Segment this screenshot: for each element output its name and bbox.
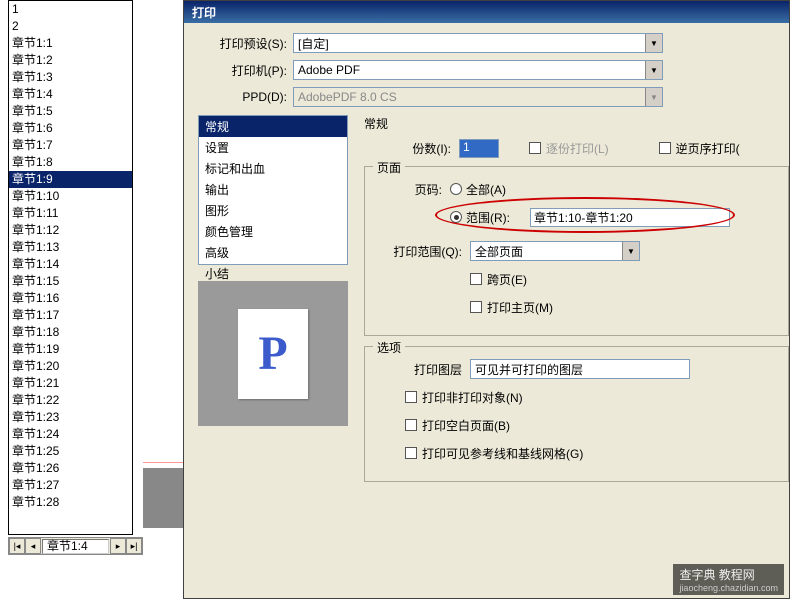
category-item[interactable]: 高级 [199,242,347,263]
all-pages-radio[interactable]: 全部(A) [450,181,506,198]
printer-combo[interactable]: Adobe PDF ▼ [293,60,663,80]
page-list-item[interactable]: 章节1:11 [9,205,132,222]
category-list[interactable]: 常规设置标记和出血输出图形颜色管理高级小结 [198,115,348,265]
pages-group-title: 页面 [373,159,405,176]
spread-checkbox[interactable]: 跨页(E) [470,271,527,288]
page-list-item[interactable]: 章节1:3 [9,69,132,86]
ppd-combo: AdobePDF 8.0 CS ▼ [293,87,663,107]
page-list-item[interactable]: 章节1:23 [9,409,132,426]
page-list-item[interactable]: 章节1:25 [9,443,132,460]
category-item[interactable]: 输出 [199,179,347,200]
copies-label: 份数(I): [384,140,459,157]
document-strip [143,0,183,540]
preset-label: 打印预设(S): [198,35,293,52]
page-list-item[interactable]: 章节1:27 [9,477,132,494]
page-list-item[interactable]: 章节1:18 [9,324,132,341]
preview-letter: P [258,326,287,381]
pages-group: 页面 页码: 全部(A) 范围(R): 章节1:10-章节1:20 [364,166,789,336]
printer-value: Adobe PDF [298,63,360,77]
blank-pages-checkbox[interactable]: 打印空白页面(B) [405,417,510,434]
section-heading: 常规 [364,115,789,132]
page-list-item[interactable]: 章节1:9 [9,171,132,188]
page-number-label: 页码: [375,181,450,198]
page-list-item[interactable]: 章节1:17 [9,307,132,324]
category-item[interactable]: 图形 [199,200,347,221]
page-list-item[interactable]: 2 [9,18,132,35]
page-list-item[interactable]: 章节1:22 [9,392,132,409]
page-list-item[interactable]: 章节1:28 [9,494,132,511]
page-list-item[interactable]: 章节1:12 [9,222,132,239]
preset-combo[interactable]: [自定] ▼ [293,33,663,53]
preset-value: [自定] [298,35,329,52]
guides-checkbox[interactable]: 打印可见参考线和基线网格(G) [405,445,583,462]
pages-panel: 12章节1:1章节1:2章节1:3章节1:4章节1:5章节1:6章节1:7章节1… [8,0,143,580]
page-list[interactable]: 12章节1:1章节1:2章节1:3章节1:4章节1:5章节1:6章节1:7章节1… [8,0,133,535]
chevron-down-icon: ▼ [622,242,639,260]
print-dialog: 打印 打印预设(S): [自定] ▼ 打印机(P): Adobe PDF ▼ P… [183,0,790,599]
collate-checkbox: 逐份打印(L) [529,140,609,157]
page-list-item[interactable]: 章节1:2 [9,52,132,69]
page-list-item[interactable]: 1 [9,1,132,18]
nonprint-checkbox[interactable]: 打印非打印对象(N) [405,389,523,406]
category-item[interactable]: 颜色管理 [199,221,347,242]
layers-select[interactable]: 可见并可打印的图层 [470,359,690,379]
chevron-down-icon: ▼ [645,34,662,52]
page-list-item[interactable]: 章节1:8 [9,154,132,171]
preview-thumbnail: P [198,281,348,426]
page-list-item[interactable]: 章节1:13 [9,239,132,256]
copies-input[interactable]: 1 [459,139,499,158]
master-checkbox[interactable]: 打印主页(M) [470,299,553,316]
print-scope-label: 打印范围(Q): [375,243,470,260]
first-page-icon[interactable]: |◂ [9,538,25,554]
page-nav-bar: |◂ ◂ 章节1:4 ▸ ▸| [8,537,143,555]
options-group-title: 选项 [373,339,405,356]
category-item[interactable]: 设置 [199,137,347,158]
page-list-item[interactable]: 章节1:1 [9,35,132,52]
page-list-item[interactable]: 章节1:26 [9,460,132,477]
page-list-item[interactable]: 章节1:16 [9,290,132,307]
print-scope-select[interactable]: 全部页面 ▼ [470,241,640,261]
page-list-item[interactable]: 章节1:7 [9,137,132,154]
printer-label: 打印机(P): [198,62,293,79]
category-item[interactable]: 常规 [199,116,347,137]
reverse-order-checkbox[interactable]: 逆页序打印( [659,140,740,157]
page-list-item[interactable]: 章节1:10 [9,188,132,205]
options-group: 选项 打印图层 可见并可打印的图层 打印非打印对象(N) [364,346,789,482]
dialog-title: 打印 [184,1,789,23]
page-list-item[interactable]: 章节1:24 [9,426,132,443]
next-page-icon[interactable]: ▸ [110,538,126,554]
ppd-value: AdobePDF 8.0 CS [298,90,397,104]
page-list-item[interactable]: 章节1:6 [9,120,132,137]
category-item[interactable]: 标记和出血 [199,158,347,179]
range-input[interactable]: 章节1:10-章节1:20 [530,208,730,227]
prev-page-icon[interactable]: ◂ [25,538,41,554]
page-list-item[interactable]: 章节1:14 [9,256,132,273]
range-radio[interactable]: 范围(R): [450,209,510,226]
chevron-down-icon: ▼ [645,88,662,106]
chevron-down-icon: ▼ [645,61,662,79]
page-list-item[interactable]: 章节1:20 [9,358,132,375]
current-page-field[interactable]: 章节1:4 [42,539,109,554]
watermark: 查字典 教程网 jiaocheng.chazidian.com [673,564,784,595]
page-list-item[interactable]: 章节1:21 [9,375,132,392]
last-page-icon[interactable]: ▸| [126,538,142,554]
page-list-item[interactable]: 章节1:15 [9,273,132,290]
page-list-item[interactable]: 章节1:4 [9,86,132,103]
page-list-item[interactable]: 章节1:19 [9,341,132,358]
ppd-label: PPD(D): [198,90,293,104]
layers-label: 打印图层 [375,361,470,378]
page-list-item[interactable]: 章节1:5 [9,103,132,120]
